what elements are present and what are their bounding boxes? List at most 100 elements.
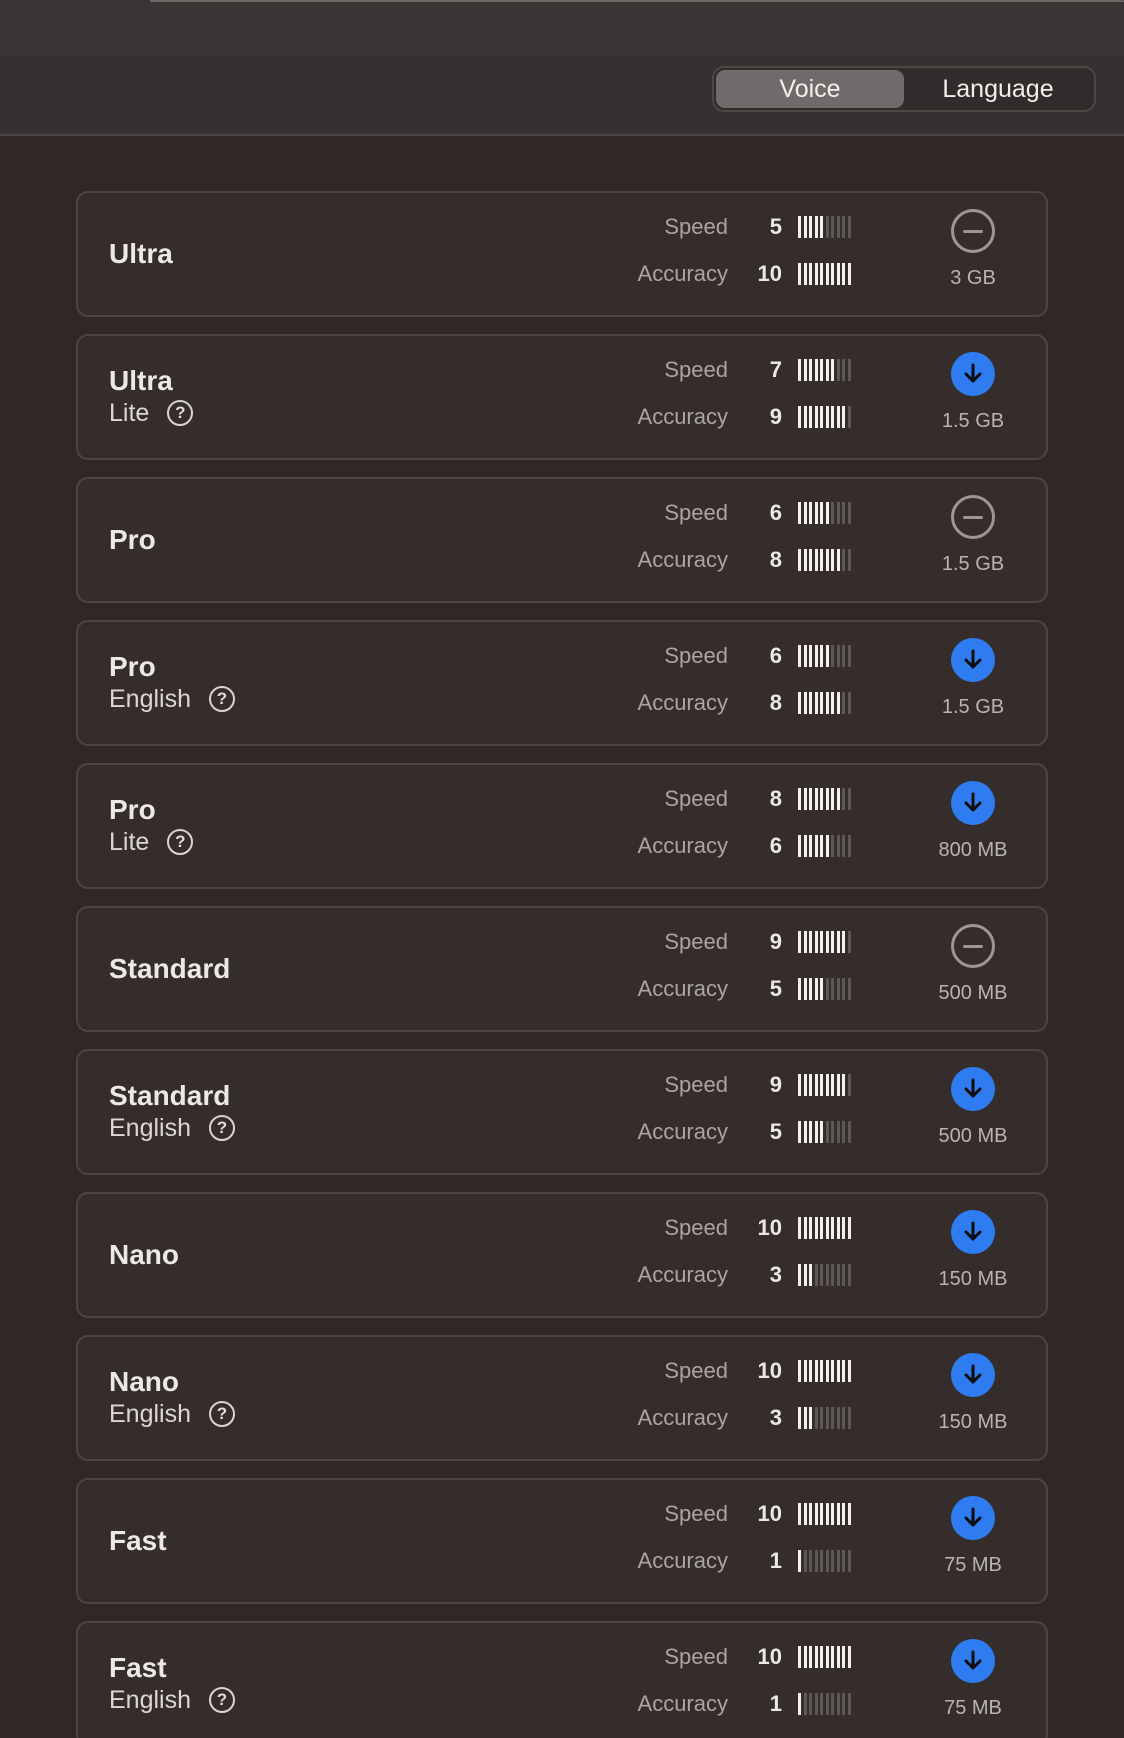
speed-meter [798, 1646, 853, 1668]
download-button[interactable] [951, 1496, 995, 1540]
speed-metric: Speed 10 [558, 1498, 853, 1530]
meter-segment [847, 1550, 851, 1572]
model-list-scroll-area[interactable]: Ultra Speed 5 Accuracy 10 3 GB Ultra Lite? Speed… [0, 136, 1124, 1738]
download-button[interactable] [951, 1067, 995, 1111]
model-name: Standard [109, 953, 230, 985]
meter-segment [803, 978, 807, 1000]
model-action: 500 MB [930, 924, 1016, 1005]
accuracy-meter [798, 1121, 853, 1143]
speed-value: 5 [769, 214, 782, 239]
accuracy-value: 10 [757, 261, 782, 286]
meter-segment [798, 1550, 801, 1572]
speed-meter [798, 931, 853, 953]
meter-segment [836, 1407, 840, 1429]
accuracy-value: 5 [769, 1119, 782, 1144]
minus-circle-icon [963, 515, 983, 519]
meter-segment [831, 692, 834, 714]
accuracy-meter [798, 835, 853, 857]
meter-segment [825, 1503, 829, 1525]
download-button[interactable] [951, 638, 995, 682]
meter-segment [820, 1550, 823, 1572]
model-action: 150 MB [930, 1210, 1016, 1291]
speed-label: Speed [664, 643, 728, 668]
meter-segment [820, 835, 823, 857]
meter-segment [825, 835, 829, 857]
meter-segment [825, 1264, 829, 1286]
meter-segment [831, 359, 834, 381]
meter-segment [809, 788, 812, 810]
meter-segment [847, 1121, 851, 1143]
download-button[interactable] [951, 1353, 995, 1397]
help-icon[interactable]: ? [167, 829, 194, 855]
model-title: Fast [109, 1525, 167, 1556]
meter-segment [798, 263, 801, 285]
meter-segment [820, 1217, 823, 1239]
remove-button[interactable] [951, 209, 995, 253]
download-button[interactable] [951, 1639, 995, 1683]
model-name: Ultra Lite? [109, 365, 194, 429]
tab-switcher: Voice Language [712, 66, 1096, 112]
model-size: 1.5 GB [941, 410, 1005, 432]
accuracy-label: Accuracy [637, 1119, 728, 1144]
accuracy-meter [798, 1407, 853, 1429]
help-icon[interactable]: ? [209, 1687, 235, 1713]
model-size: 75 MB [944, 1697, 1002, 1719]
help-icon[interactable]: ? [209, 686, 235, 712]
tab-voice[interactable]: Voice [716, 70, 904, 108]
model-title: Pro [109, 524, 156, 555]
download-icon [964, 1221, 982, 1241]
meter-segment [842, 1217, 845, 1239]
speed-value: 6 [769, 500, 782, 525]
meter-segment [842, 788, 845, 810]
meter-segment [825, 549, 829, 571]
meter-segment [847, 263, 851, 285]
meter-segment [803, 1360, 807, 1382]
download-button[interactable] [951, 352, 995, 396]
remove-button[interactable] [951, 924, 995, 968]
meter-segment [814, 1503, 818, 1525]
model-title: Ultra [109, 238, 173, 269]
speed-metric: Speed 7 [558, 354, 853, 386]
accuracy-label: Accuracy [637, 1548, 728, 1573]
model-card: Nano English? Speed 10 Accuracy 3 150 MB [76, 1335, 1048, 1461]
meter-segment [836, 1503, 840, 1525]
meter-segment [825, 788, 829, 810]
meter-segment [831, 1550, 834, 1572]
model-title: Standard [109, 1080, 231, 1111]
help-icon[interactable]: ? [209, 1115, 235, 1141]
remove-button[interactable] [951, 495, 995, 539]
meter-segment [836, 1693, 840, 1715]
speed-meter [798, 1074, 853, 1096]
meter-segment [809, 1360, 812, 1382]
model-variant: English? [109, 1112, 235, 1144]
meter-segment [842, 931, 845, 953]
download-button[interactable] [951, 781, 995, 825]
download-button[interactable] [951, 1210, 995, 1254]
accuracy-value: 8 [769, 547, 782, 572]
meter-segment [814, 263, 818, 285]
meter-segment [798, 1646, 801, 1668]
meter-segment [814, 1121, 818, 1143]
download-icon [964, 792, 982, 812]
meter-segment [836, 359, 840, 381]
meter-segment [842, 978, 845, 1000]
accuracy-value: 8 [769, 690, 782, 715]
meter-segment [809, 502, 812, 524]
meter-segment [842, 1264, 845, 1286]
model-size: 800 MB [938, 839, 1008, 861]
help-icon[interactable]: ? [167, 400, 194, 426]
accuracy-metric: Accuracy 9 [558, 401, 853, 433]
accuracy-metric: Accuracy 8 [558, 544, 853, 576]
accuracy-meter [798, 549, 853, 571]
meter-segment [847, 1264, 851, 1286]
help-icon[interactable]: ? [209, 1401, 235, 1427]
model-size: 1.5 GB [941, 696, 1005, 718]
meter-segment [825, 692, 829, 714]
speed-meter [798, 1217, 853, 1239]
accuracy-value: 6 [769, 833, 782, 858]
meter-segment [814, 406, 818, 428]
accuracy-metric: Accuracy 5 [558, 1116, 853, 1148]
model-size: 75 MB [944, 1554, 1002, 1576]
speed-label: Speed [664, 500, 728, 525]
tab-language[interactable]: Language [904, 70, 1092, 108]
